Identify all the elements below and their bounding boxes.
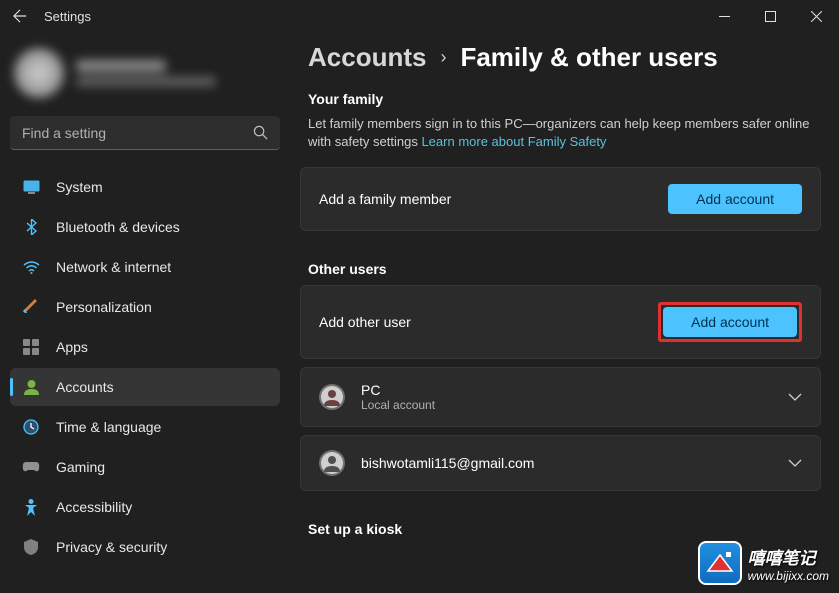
breadcrumb-parent[interactable]: Accounts (308, 42, 426, 73)
user-name-blurred (76, 60, 166, 72)
add-family-member-card: Add a family member Add account (300, 167, 821, 231)
arrow-left-icon (13, 9, 27, 23)
accessibility-icon (22, 498, 40, 516)
sidebar-item-network[interactable]: Network & internet (10, 248, 280, 286)
sidebar-item-label: Privacy & security (56, 539, 167, 555)
chevron-down-icon (788, 388, 802, 406)
window-title: Settings (44, 9, 91, 24)
user-email-blurred (76, 77, 216, 86)
gamepad-icon (22, 458, 40, 476)
kiosk-heading: Set up a kiosk (308, 521, 821, 537)
back-button[interactable] (8, 4, 32, 28)
bluetooth-icon (22, 218, 40, 236)
user-row-email[interactable]: bishwotamli115@gmail.com (300, 435, 821, 491)
family-description: Let family members sign in to this PC—or… (308, 115, 821, 151)
minimize-icon (719, 11, 730, 22)
sidebar-item-label: Personalization (56, 299, 152, 315)
other-users-heading: Other users (308, 261, 821, 277)
minimize-button[interactable] (701, 0, 747, 32)
sidebar-item-personalization[interactable]: Personalization (10, 288, 280, 326)
your-family-heading: Your family (308, 91, 821, 107)
user-type: Local account (361, 398, 435, 412)
highlighted-add-button: Add account (658, 302, 802, 342)
avatar (319, 384, 345, 410)
clock-icon (22, 418, 40, 436)
close-button[interactable] (793, 0, 839, 32)
sidebar-item-bluetooth[interactable]: Bluetooth & devices (10, 208, 280, 246)
add-other-account-button[interactable]: Add account (663, 307, 797, 337)
current-user-block[interactable] (10, 40, 280, 106)
shield-icon (22, 538, 40, 556)
sidebar-item-label: Network & internet (56, 259, 171, 275)
search-box[interactable] (10, 116, 280, 150)
chevron-right-icon: › (440, 47, 446, 68)
add-other-user-card: Add other user Add account (300, 285, 821, 359)
add-other-label: Add other user (319, 314, 411, 330)
sidebar-item-label: Apps (56, 339, 88, 355)
user-row-pc[interactable]: PC Local account (300, 367, 821, 427)
sidebar-item-time-language[interactable]: Time & language (10, 408, 280, 446)
system-icon (22, 178, 40, 196)
sidebar-item-privacy[interactable]: Privacy & security (10, 528, 280, 566)
sidebar-item-label: Accessibility (56, 499, 132, 515)
avatar (319, 450, 345, 476)
sidebar-item-label: System (56, 179, 103, 195)
breadcrumb-current: Family & other users (460, 42, 717, 73)
sidebar-item-apps[interactable]: Apps (10, 328, 280, 366)
sidebar-item-gaming[interactable]: Gaming (10, 448, 280, 486)
add-family-label: Add a family member (319, 191, 451, 207)
search-input[interactable] (22, 125, 253, 141)
wifi-icon (22, 258, 40, 276)
add-family-account-button[interactable]: Add account (668, 184, 802, 214)
sidebar-item-system[interactable]: System (10, 168, 280, 206)
chevron-down-icon (788, 454, 802, 472)
sidebar-item-accounts[interactable]: Accounts (10, 368, 280, 406)
maximize-button[interactable] (747, 0, 793, 32)
sidebar-item-accessibility[interactable]: Accessibility (10, 488, 280, 526)
apps-icon (22, 338, 40, 356)
search-icon (253, 125, 268, 140)
family-safety-link[interactable]: Learn more about Family Safety (421, 134, 606, 149)
sidebar-item-label: Time & language (56, 419, 161, 435)
sidebar-item-label: Bluetooth & devices (56, 219, 180, 235)
sidebar-item-label: Accounts (56, 379, 114, 395)
user-name: bishwotamli115@gmail.com (361, 455, 534, 471)
close-icon (811, 11, 822, 22)
breadcrumb: Accounts › Family & other users (300, 42, 821, 73)
sidebar-item-label: Gaming (56, 459, 105, 475)
maximize-icon (765, 11, 776, 22)
user-name: PC (361, 382, 435, 398)
person-icon (22, 378, 40, 396)
paintbrush-icon (22, 298, 40, 316)
avatar (14, 48, 64, 98)
